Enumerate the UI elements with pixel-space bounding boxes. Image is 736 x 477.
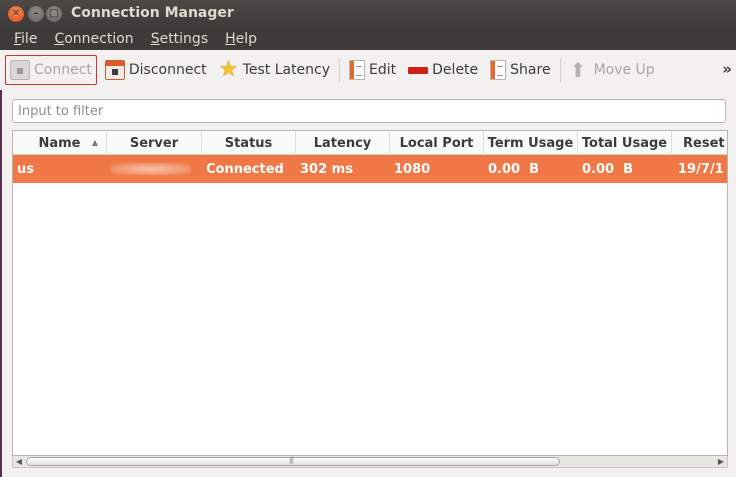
scrollbar-thumb[interactable]: |||	[26, 456, 560, 466]
connect-button[interactable]: Connect	[5, 55, 97, 85]
star-icon: ★	[218, 57, 239, 82]
maximize-window-button[interactable]: □	[46, 6, 62, 22]
toolbar-separator	[559, 58, 561, 82]
menu-file[interactable]: File	[14, 31, 37, 47]
scroll-right-icon[interactable]: ▶	[715, 456, 727, 467]
cell-term-usage: 0.00 B	[488, 161, 540, 177]
arrow-up-icon: ⬆	[569, 58, 587, 82]
move-up-button[interactable]: ⬆ Move Up	[566, 55, 659, 85]
toolbar-overflow-button[interactable]: »	[722, 60, 732, 78]
menu-connection[interactable]: Connection	[54, 31, 133, 47]
cell-total-usage: 0.00 B	[582, 161, 634, 177]
minimize-window-button[interactable]: –	[28, 6, 44, 22]
window-title: Connection Manager	[71, 5, 234, 21]
cell-status: Connected	[206, 161, 284, 177]
sort-ascending-icon: ▲	[91, 138, 98, 147]
horizontal-scrollbar[interactable]: ◀ ||| ▶	[12, 456, 728, 468]
toolbar-separator	[339, 58, 341, 82]
test-latency-button[interactable]: ★ Test Latency	[215, 55, 334, 85]
column-header-name[interactable]: Name ▲	[13, 131, 107, 155]
column-header-status[interactable]: Status	[202, 131, 296, 155]
column-header-server[interactable]: Server	[107, 131, 202, 155]
cell-server	[107, 155, 202, 183]
table-row[interactable]: us Connected 302 ms 1080 0.00 B 0.00 B 1…	[13, 155, 727, 183]
filter-input[interactable]	[12, 99, 726, 123]
column-header-reset-date[interactable]: Reset D	[672, 131, 727, 155]
share-icon	[490, 60, 507, 80]
edit-button[interactable]: Edit	[345, 55, 400, 85]
menu-settings[interactable]: Settings	[151, 31, 208, 47]
window-edge	[0, 50, 2, 477]
title-bar: ✕ – □ Connection Manager	[0, 0, 736, 28]
delete-icon	[408, 66, 429, 74]
share-button[interactable]: Share	[486, 55, 554, 85]
table-header: Name ▲ Server Status Latency Local Port …	[13, 131, 727, 155]
disconnect-button[interactable]: Disconnect	[101, 55, 211, 85]
menu-help[interactable]: Help	[225, 31, 257, 47]
column-header-local-port[interactable]: Local Port	[390, 131, 484, 155]
cell-name: us	[17, 161, 34, 177]
toolbar: Connect Disconnect ★ Test Latency Edit D…	[0, 50, 736, 90]
redacted-server	[111, 163, 191, 175]
document-edit-icon	[349, 60, 366, 80]
column-header-latency[interactable]: Latency	[296, 131, 390, 155]
connect-icon	[10, 60, 30, 80]
column-header-term-usage[interactable]: Term Usage	[484, 131, 578, 155]
connections-table: Name ▲ Server Status Latency Local Port …	[12, 130, 728, 456]
scroll-left-icon[interactable]: ◀	[13, 456, 25, 467]
cell-latency: 302 ms	[300, 161, 353, 177]
delete-button[interactable]: Delete	[404, 55, 482, 85]
menu-bar: File Connection Settings Help	[0, 28, 736, 50]
cell-local-port: 1080	[394, 161, 431, 177]
disconnect-icon	[104, 60, 125, 80]
grip-icon: |||	[289, 456, 294, 464]
close-window-button[interactable]: ✕	[8, 6, 24, 22]
cell-reset-date: 19/7/1	[678, 161, 724, 177]
column-header-total-usage[interactable]: Total Usage	[578, 131, 672, 155]
